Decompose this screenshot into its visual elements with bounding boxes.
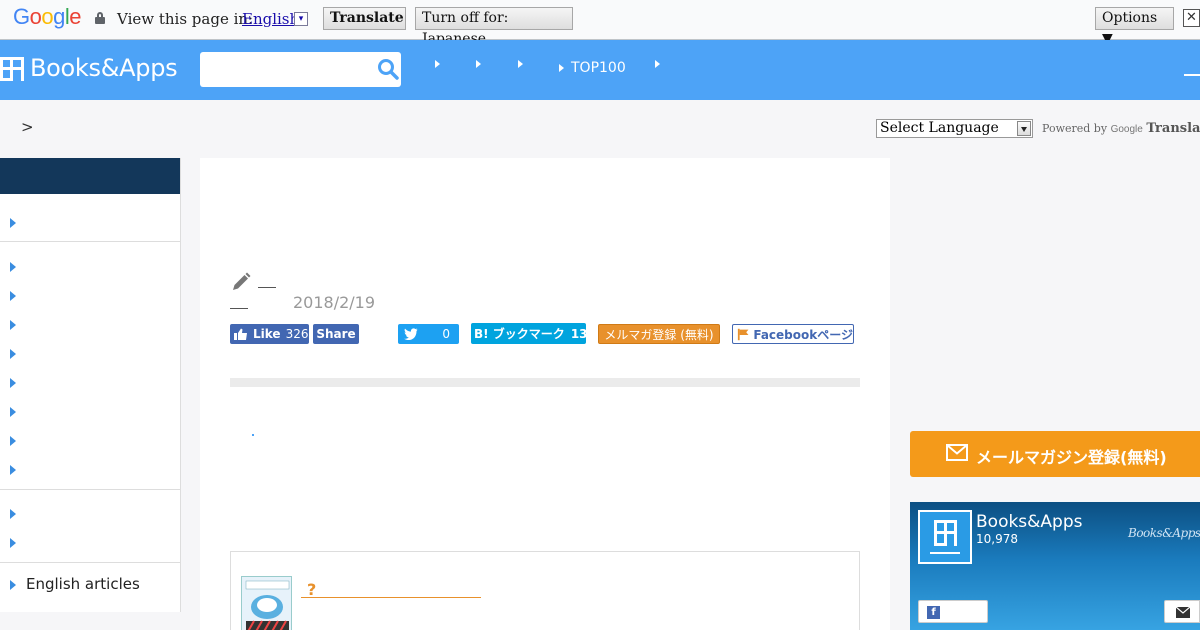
mail-magazine-banner[interactable]: メールマガジン登録(無料)	[910, 431, 1200, 477]
translate-bar: Google View this page in: English ▾ Tran…	[0, 0, 1200, 47]
envelope-icon	[1176, 607, 1190, 618]
site-header: Books&Apps TOP100	[0, 40, 1200, 100]
nav-item-1[interactable]	[435, 60, 446, 68]
sidebar-item[interactable]	[10, 258, 170, 274]
sidebar-divider	[0, 241, 180, 242]
related-article-thumbnail[interactable]	[241, 576, 292, 630]
mail-magazine-button[interactable]: メルマガ登録 (無料)	[598, 324, 720, 344]
sidebar-divider	[0, 489, 180, 490]
article-date: 2018/2/19	[293, 293, 376, 312]
cover-watermark: Books&Apps	[1128, 526, 1200, 540]
arrow-right-icon	[10, 218, 16, 228]
author-underline	[230, 308, 248, 309]
facebook-icon: f	[927, 606, 940, 619]
search-icon[interactable]	[377, 58, 399, 80]
site-logo[interactable]: Books&Apps	[0, 50, 178, 86]
books-apps-logo-icon	[0, 55, 24, 81]
nav-arrow-icon	[476, 60, 481, 68]
options-button[interactable]: Options ▼	[1095, 7, 1174, 47]
content-dot	[252, 434, 254, 436]
facebook-page-name[interactable]: Books&Apps	[976, 512, 1083, 532]
target-language-link[interactable]: English	[242, 10, 299, 28]
article-divider	[230, 378, 860, 387]
nav-arrow-icon	[435, 60, 440, 68]
facebook-like-button[interactable]: Like 326	[230, 324, 309, 344]
flag-icon	[737, 328, 749, 340]
facebook-like-count: 10,978	[976, 532, 1018, 546]
view-page-label: View this page in:	[117, 10, 254, 28]
breadcrumb: >	[21, 118, 34, 136]
author-underline	[258, 287, 276, 288]
nav-arrow-icon	[655, 60, 660, 68]
arrow-right-icon	[10, 436, 16, 446]
related-article-card[interactable]	[230, 551, 860, 630]
sidebar-divider	[0, 562, 180, 563]
sidebar-item[interactable]	[10, 316, 170, 332]
twitter-icon	[404, 328, 418, 340]
translate-button[interactable]: Translate	[323, 7, 406, 30]
arrow-right-icon	[10, 538, 16, 548]
search-input[interactable]	[200, 52, 401, 87]
nav-item-top100[interactable]: TOP100	[559, 60, 626, 76]
arrow-right-icon	[10, 509, 16, 519]
tweet-button[interactable]: 0	[398, 324, 459, 344]
category-sidebar: English articles	[0, 158, 181, 612]
turn-off-button[interactable]: Turn off for: Japanese	[415, 7, 573, 47]
hatena-bookmark-button[interactable]: B! ブックマーク 130	[471, 323, 596, 344]
envelope-icon	[946, 444, 968, 461]
sidebar-item[interactable]	[10, 461, 170, 477]
facebook-page-button[interactable]: Facebookページ	[732, 324, 854, 344]
lock-icon	[95, 12, 105, 24]
sidebar-item[interactable]	[10, 374, 170, 390]
books-apps-logo-icon	[918, 510, 972, 564]
facebook-share-button[interactable]: Share	[313, 324, 359, 344]
arrow-right-icon	[10, 320, 16, 330]
google-logo: Google	[13, 4, 82, 29]
arrow-right-icon	[10, 378, 16, 388]
arrow-right-icon	[10, 349, 16, 359]
sidebar-item[interactable]	[10, 534, 170, 550]
menu-icon[interactable]	[1184, 74, 1200, 76]
facebook-like-page-button[interactable]: f	[918, 600, 988, 623]
message-button[interactable]	[1164, 600, 1200, 623]
sidebar-item[interactable]	[10, 287, 170, 303]
sidebar-item-english-articles[interactable]: English articles	[10, 575, 170, 593]
sidebar-item[interactable]	[10, 505, 170, 521]
chevron-down-icon	[1017, 121, 1031, 136]
nav-item-2[interactable]	[476, 60, 487, 68]
thumbs-up-icon	[234, 328, 247, 340]
nav-item-3[interactable]	[518, 60, 529, 68]
site-name: Books&Apps	[30, 54, 178, 82]
pencil-icon	[233, 272, 251, 290]
nav-arrow-icon	[559, 64, 564, 72]
language-select[interactable]: Select Language	[876, 119, 1033, 138]
sidebar-item[interactable]	[10, 432, 170, 448]
sidebar-header	[0, 158, 180, 194]
related-title-underline	[301, 597, 481, 598]
arrow-right-icon	[10, 291, 16, 301]
arrow-right-icon	[10, 465, 16, 475]
sidebar-item[interactable]	[10, 214, 170, 230]
language-dropdown-icon[interactable]: ▾	[294, 12, 308, 26]
nav-arrow-icon	[518, 60, 523, 68]
arrow-right-icon	[10, 407, 16, 417]
sidebar-item[interactable]	[10, 345, 170, 361]
powered-by-google: Powered by Google Translate	[1042, 121, 1200, 136]
arrow-right-icon	[10, 580, 16, 590]
close-icon[interactable]: ✕	[1183, 9, 1200, 27]
sidebar-item[interactable]	[10, 403, 170, 419]
arrow-right-icon	[10, 262, 16, 272]
nav-item-5[interactable]	[655, 60, 666, 68]
